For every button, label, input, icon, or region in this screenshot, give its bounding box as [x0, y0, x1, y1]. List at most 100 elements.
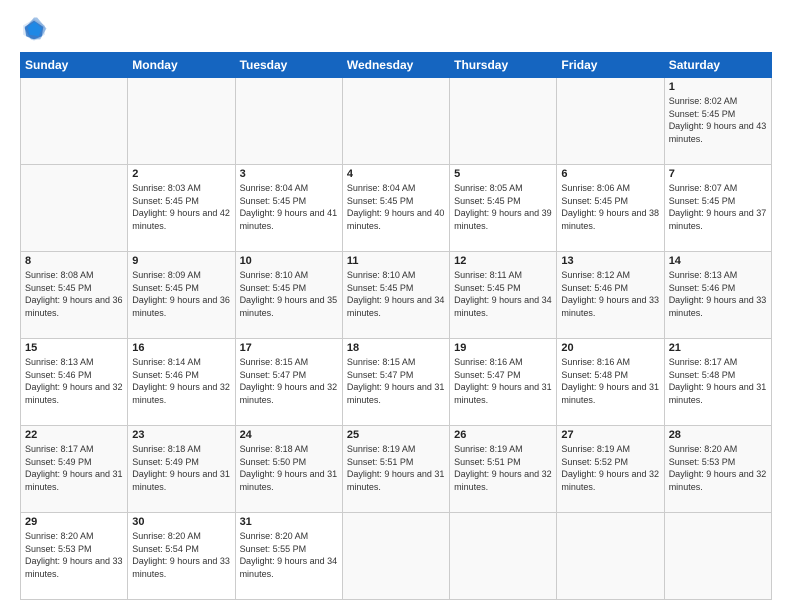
calendar-day-cell: 4 Sunrise: 8:04 AMSunset: 5:45 PMDayligh… [342, 165, 449, 252]
calendar-empty-cell [450, 513, 557, 600]
day-info: Sunrise: 8:04 AMSunset: 5:45 PMDaylight:… [240, 182, 338, 232]
day-number: 19 [454, 342, 552, 354]
day-info: Sunrise: 8:14 AMSunset: 5:46 PMDaylight:… [132, 356, 230, 406]
day-number: 17 [240, 342, 338, 354]
header [20, 16, 772, 44]
day-info: Sunrise: 8:06 AMSunset: 5:45 PMDaylight:… [561, 182, 659, 232]
day-number: 5 [454, 168, 552, 180]
calendar-day-cell: 1 Sunrise: 8:02 AMSunset: 5:45 PMDayligh… [664, 78, 771, 165]
day-info: Sunrise: 8:20 AMSunset: 5:53 PMDaylight:… [25, 530, 123, 580]
calendar-empty-cell [557, 78, 664, 165]
day-info: Sunrise: 8:20 AMSunset: 5:55 PMDaylight:… [240, 530, 338, 580]
day-number: 12 [454, 255, 552, 267]
calendar-day-cell: 11 Sunrise: 8:10 AMSunset: 5:45 PMDaylig… [342, 252, 449, 339]
calendar-day-cell: 19 Sunrise: 8:16 AMSunset: 5:47 PMDaylig… [450, 339, 557, 426]
logo [20, 16, 52, 44]
calendar-empty-cell [342, 78, 449, 165]
logo-icon [20, 16, 48, 44]
day-number: 2 [132, 168, 230, 180]
day-info: Sunrise: 8:17 AMSunset: 5:48 PMDaylight:… [669, 356, 767, 406]
calendar-day-cell: 7 Sunrise: 8:07 AMSunset: 5:45 PMDayligh… [664, 165, 771, 252]
day-number: 6 [561, 168, 659, 180]
calendar-day-cell: 17 Sunrise: 8:15 AMSunset: 5:47 PMDaylig… [235, 339, 342, 426]
calendar-day-cell: 13 Sunrise: 8:12 AMSunset: 5:46 PMDaylig… [557, 252, 664, 339]
calendar-week-row: 29 Sunrise: 8:20 AMSunset: 5:53 PMDaylig… [21, 513, 772, 600]
calendar-day-cell: 23 Sunrise: 8:18 AMSunset: 5:49 PMDaylig… [128, 426, 235, 513]
calendar-day-cell: 2 Sunrise: 8:03 AMSunset: 5:45 PMDayligh… [128, 165, 235, 252]
day-number: 28 [669, 429, 767, 441]
day-number: 18 [347, 342, 445, 354]
calendar-day-cell: 10 Sunrise: 8:10 AMSunset: 5:45 PMDaylig… [235, 252, 342, 339]
day-info: Sunrise: 8:12 AMSunset: 5:46 PMDaylight:… [561, 269, 659, 319]
calendar-day-cell: 30 Sunrise: 8:20 AMSunset: 5:54 PMDaylig… [128, 513, 235, 600]
day-of-week-header: Tuesday [235, 53, 342, 78]
day-info: Sunrise: 8:19 AMSunset: 5:51 PMDaylight:… [454, 443, 552, 493]
day-info: Sunrise: 8:20 AMSunset: 5:53 PMDaylight:… [669, 443, 767, 493]
calendar-day-cell: 27 Sunrise: 8:19 AMSunset: 5:52 PMDaylig… [557, 426, 664, 513]
day-info: Sunrise: 8:08 AMSunset: 5:45 PMDaylight:… [25, 269, 123, 319]
day-info: Sunrise: 8:15 AMSunset: 5:47 PMDaylight:… [240, 356, 338, 406]
day-number: 11 [347, 255, 445, 267]
calendar-day-cell: 20 Sunrise: 8:16 AMSunset: 5:48 PMDaylig… [557, 339, 664, 426]
calendar-day-cell: 26 Sunrise: 8:19 AMSunset: 5:51 PMDaylig… [450, 426, 557, 513]
day-of-week-header: Saturday [664, 53, 771, 78]
day-number: 24 [240, 429, 338, 441]
calendar-table: SundayMondayTuesdayWednesdayThursdayFrid… [20, 52, 772, 600]
day-info: Sunrise: 8:20 AMSunset: 5:54 PMDaylight:… [132, 530, 230, 580]
calendar-day-cell: 5 Sunrise: 8:05 AMSunset: 5:45 PMDayligh… [450, 165, 557, 252]
day-of-week-header: Friday [557, 53, 664, 78]
day-number: 9 [132, 255, 230, 267]
day-number: 20 [561, 342, 659, 354]
calendar-day-cell: 8 Sunrise: 8:08 AMSunset: 5:45 PMDayligh… [21, 252, 128, 339]
day-info: Sunrise: 8:16 AMSunset: 5:48 PMDaylight:… [561, 356, 659, 406]
calendar-week-row: 8 Sunrise: 8:08 AMSunset: 5:45 PMDayligh… [21, 252, 772, 339]
calendar-empty-cell [450, 78, 557, 165]
day-info: Sunrise: 8:18 AMSunset: 5:49 PMDaylight:… [132, 443, 230, 493]
day-info: Sunrise: 8:15 AMSunset: 5:47 PMDaylight:… [347, 356, 445, 406]
day-info: Sunrise: 8:10 AMSunset: 5:45 PMDaylight:… [240, 269, 338, 319]
day-info: Sunrise: 8:07 AMSunset: 5:45 PMDaylight:… [669, 182, 767, 232]
day-number: 15 [25, 342, 123, 354]
day-info: Sunrise: 8:03 AMSunset: 5:45 PMDaylight:… [132, 182, 230, 232]
calendar-day-cell: 25 Sunrise: 8:19 AMSunset: 5:51 PMDaylig… [342, 426, 449, 513]
day-info: Sunrise: 8:17 AMSunset: 5:49 PMDaylight:… [25, 443, 123, 493]
day-number: 22 [25, 429, 123, 441]
day-info: Sunrise: 8:09 AMSunset: 5:45 PMDaylight:… [132, 269, 230, 319]
day-number: 30 [132, 516, 230, 528]
day-number: 7 [669, 168, 767, 180]
day-number: 29 [25, 516, 123, 528]
day-number: 23 [132, 429, 230, 441]
day-of-week-header: Thursday [450, 53, 557, 78]
calendar-empty-cell [128, 78, 235, 165]
day-number: 31 [240, 516, 338, 528]
day-number: 14 [669, 255, 767, 267]
calendar-day-cell: 16 Sunrise: 8:14 AMSunset: 5:46 PMDaylig… [128, 339, 235, 426]
calendar-day-cell: 14 Sunrise: 8:13 AMSunset: 5:46 PMDaylig… [664, 252, 771, 339]
day-info: Sunrise: 8:16 AMSunset: 5:47 PMDaylight:… [454, 356, 552, 406]
calendar-day-cell: 3 Sunrise: 8:04 AMSunset: 5:45 PMDayligh… [235, 165, 342, 252]
calendar-empty-cell [21, 165, 128, 252]
day-number: 8 [25, 255, 123, 267]
calendar-empty-cell [664, 513, 771, 600]
day-number: 4 [347, 168, 445, 180]
calendar-day-cell: 15 Sunrise: 8:13 AMSunset: 5:46 PMDaylig… [21, 339, 128, 426]
calendar-week-row: 1 Sunrise: 8:02 AMSunset: 5:45 PMDayligh… [21, 78, 772, 165]
calendar-day-cell: 12 Sunrise: 8:11 AMSunset: 5:45 PMDaylig… [450, 252, 557, 339]
day-of-week-header: Sunday [21, 53, 128, 78]
calendar-empty-cell [557, 513, 664, 600]
day-number: 3 [240, 168, 338, 180]
calendar-empty-cell [21, 78, 128, 165]
day-info: Sunrise: 8:19 AMSunset: 5:52 PMDaylight:… [561, 443, 659, 493]
calendar-day-cell: 18 Sunrise: 8:15 AMSunset: 5:47 PMDaylig… [342, 339, 449, 426]
day-number: 1 [669, 81, 767, 93]
day-info: Sunrise: 8:10 AMSunset: 5:45 PMDaylight:… [347, 269, 445, 319]
day-info: Sunrise: 8:05 AMSunset: 5:45 PMDaylight:… [454, 182, 552, 232]
calendar-day-cell: 9 Sunrise: 8:09 AMSunset: 5:45 PMDayligh… [128, 252, 235, 339]
day-info: Sunrise: 8:13 AMSunset: 5:46 PMDaylight:… [25, 356, 123, 406]
day-number: 10 [240, 255, 338, 267]
day-of-week-header: Wednesday [342, 53, 449, 78]
day-info: Sunrise: 8:19 AMSunset: 5:51 PMDaylight:… [347, 443, 445, 493]
day-info: Sunrise: 8:02 AMSunset: 5:45 PMDaylight:… [669, 95, 767, 145]
day-info: Sunrise: 8:18 AMSunset: 5:50 PMDaylight:… [240, 443, 338, 493]
day-number: 25 [347, 429, 445, 441]
